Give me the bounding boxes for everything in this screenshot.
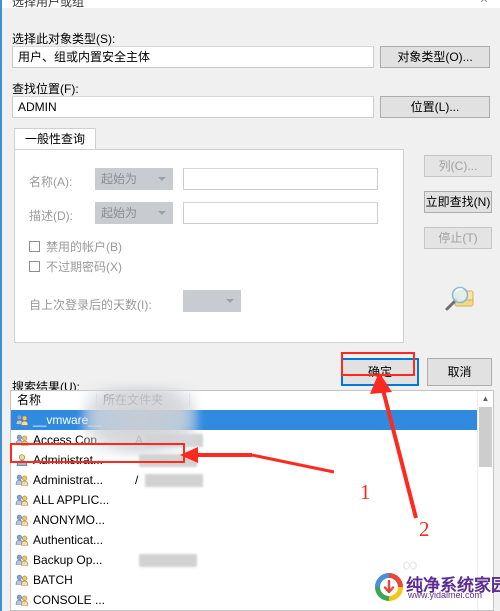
row-name: ALL APPLIC...	[33, 493, 110, 507]
object-type-input[interactable]: 用户、组或内置安全主体	[12, 46, 374, 68]
group-icon	[15, 413, 29, 427]
find-now-button[interactable]: 立即查找(N)	[424, 191, 492, 213]
row-name: Backup Op...	[33, 553, 103, 567]
cancel-button[interactable]: 取消	[427, 358, 492, 386]
object-type-label: 选择此对象类型(S):	[12, 32, 116, 46]
row-name: Administrat...	[33, 473, 104, 487]
disabled-account-label: 禁用的帐户(B)	[46, 240, 122, 254]
watermark-url: www.yidaimei.com	[408, 590, 483, 600]
location-button[interactable]: 位置(L)...	[380, 96, 490, 118]
column-header-name[interactable]: 名称	[17, 391, 41, 409]
annotation-marker-2: 2	[419, 517, 430, 541]
description-condition-value: 起始为	[101, 206, 138, 220]
group-icon	[15, 493, 29, 507]
disabled-account-checkbox[interactable]: 禁用的帐户(B)	[29, 238, 122, 255]
row-name: Authenticat...	[33, 533, 104, 547]
name-condition-value: 起始为	[101, 172, 138, 186]
chevron-down-icon	[158, 211, 166, 215]
table-row[interactable]: __vmware__	[11, 410, 493, 430]
group-icon	[15, 473, 29, 487]
location-label: 查找位置(F):	[12, 82, 79, 96]
column-divider[interactable]	[96, 393, 97, 407]
select-users-dialog: 选择用户或组 ✕ 选择此对象类型(S): 用户、组或内置安全主体 对象类型(O)…	[0, 0, 500, 611]
days-since-logon-dropdown[interactable]	[183, 290, 241, 312]
tab-general-query[interactable]: 一般性查询	[14, 128, 97, 150]
watermark: 纯净系统家园 www.yidaimei.com	[374, 570, 500, 606]
magnifier-key-icon	[441, 285, 481, 319]
row-name: BATCH	[33, 573, 73, 587]
stop-button[interactable]: 停止(T)	[424, 227, 492, 249]
days-since-logon-label: 自上次登录后的天数(I):	[29, 298, 152, 312]
group-icon	[15, 553, 29, 567]
group-icon	[15, 533, 29, 547]
general-query-panel: 名称(A): 起始为 描述(D): 起始为 禁用的帐户(B) 不过期密码(X) …	[14, 149, 404, 343]
redacted-value	[145, 474, 203, 487]
tab-strip: 一般性查询	[14, 128, 404, 150]
row-name: CONSOLE ...	[33, 593, 106, 607]
table-row[interactable]: ALL APPLIC...	[11, 490, 493, 510]
description-input[interactable]	[183, 202, 378, 224]
redacted-value	[139, 554, 197, 567]
non-expiring-password-checkbox[interactable]: 不过期密码(X)	[29, 258, 122, 275]
chevron-down-icon	[226, 299, 234, 303]
column-header-folder[interactable]: 所在文件夹	[103, 391, 163, 409]
table-row[interactable]: Backup Op...	[11, 550, 493, 570]
scroll-up-icon[interactable]: ▲	[478, 391, 493, 406]
title-bar: 选择用户或组 ✕	[2, 0, 500, 8]
row-folder: /	[135, 473, 139, 487]
name-input[interactable]	[183, 168, 378, 190]
name-condition-dropdown[interactable]: 起始为	[95, 168, 173, 190]
columns-button[interactable]: 列(C)...	[424, 155, 492, 177]
description-label: 描述(D):	[29, 209, 73, 223]
description-condition-dropdown[interactable]: 起始为	[95, 202, 173, 224]
scrollbar-thumb[interactable]	[479, 407, 492, 467]
window-title: 选择用户或组	[12, 0, 85, 8]
checkbox-box	[29, 241, 40, 252]
row-name: __vmware__	[33, 413, 102, 427]
annotation-marker-1: 1	[360, 480, 371, 504]
group-icon	[15, 593, 29, 607]
annotation-highlight-row	[10, 443, 185, 463]
close-icon[interactable]: ✕	[472, 0, 496, 8]
group-icon	[15, 513, 29, 527]
annotation-highlight-ok	[341, 352, 415, 376]
name-label: 名称(A):	[29, 175, 73, 189]
table-row[interactable]: Administrat... /	[11, 470, 493, 490]
non-expiring-password-label: 不过期密码(X)	[46, 260, 122, 274]
object-type-button[interactable]: 对象类型(O)...	[380, 46, 490, 68]
checkbox-box	[29, 261, 40, 272]
column-divider[interactable]	[189, 393, 190, 407]
chevron-down-icon	[158, 177, 166, 181]
location-input[interactable]: ADMIN	[12, 96, 374, 118]
row-name: ANONYMO...	[33, 513, 106, 527]
group-icon	[15, 573, 29, 587]
list-header: 名称 所在文件夹	[11, 391, 493, 411]
